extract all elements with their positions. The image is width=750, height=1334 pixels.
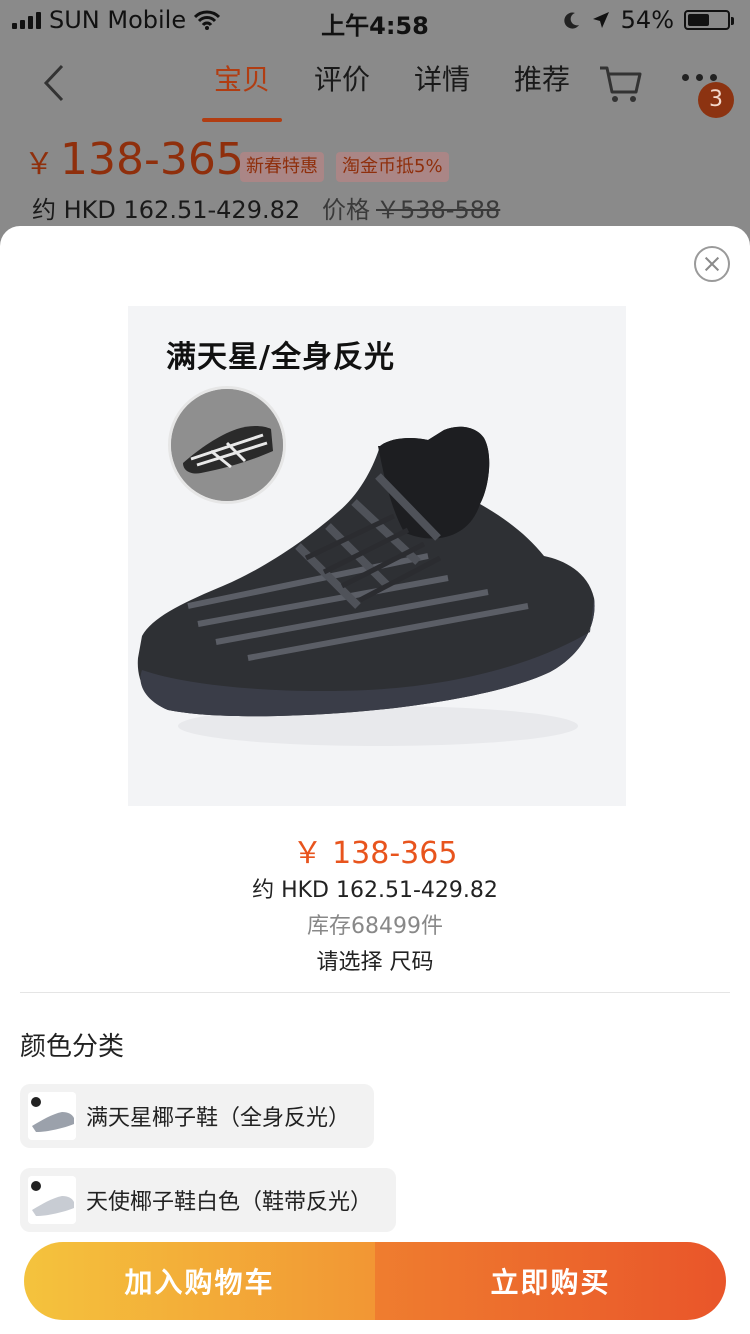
hkd-price: 约 HKD 162.51-429.82 bbox=[32, 196, 301, 224]
back-icon[interactable] bbox=[38, 62, 72, 104]
action-bar: 加入购物车 立即购买 bbox=[24, 1242, 726, 1320]
tab-details[interactable]: 详情 bbox=[410, 58, 474, 116]
tab-item[interactable]: 宝贝 bbox=[201, 58, 283, 122]
buy-now-button[interactable]: 立即购买 bbox=[375, 1242, 726, 1320]
color-option[interactable]: 满天星椰子鞋（全身反光） bbox=[20, 1084, 375, 1148]
coin-tag: 淘金币抵5% bbox=[336, 152, 449, 182]
divider bbox=[20, 992, 730, 993]
select-size-hint: 请选择 尺码 bbox=[316, 950, 434, 975]
status-bar: SUN Mobile 上午4:58 54% bbox=[0, 0, 750, 40]
background-price-area: ￥ 138-365 新春特惠 淘金币抵5% 约 HKD 162.51-429.82… bbox=[0, 130, 750, 230]
tab-reviews[interactable]: 评价 bbox=[310, 58, 374, 116]
stock-count: 库存68499件 bbox=[307, 914, 443, 939]
tab-recommend[interactable]: 推荐 bbox=[510, 58, 574, 116]
color-option[interactable]: 天使椰子鞋白色（鞋带反光） bbox=[20, 1168, 397, 1232]
selected-price: ￥ 138-365 bbox=[292, 836, 458, 871]
product-image[interactable]: 满天星/全身反光 bbox=[128, 306, 626, 806]
option-thumbnail bbox=[28, 1176, 76, 1224]
cart-icon[interactable] bbox=[598, 64, 642, 104]
product-nav-bar: 宝贝 评价 详情 推荐 3 bbox=[0, 40, 750, 130]
option-thumbnail bbox=[28, 1092, 76, 1140]
add-to-cart-button[interactable]: 加入购物车 bbox=[24, 1242, 375, 1320]
price-range: 138-365 bbox=[60, 134, 244, 185]
close-button[interactable] bbox=[694, 246, 730, 282]
sku-selector-sheet: 满天星/全身反光 ￥ 138-365 约 HKD 162.51-429.82 库… bbox=[0, 226, 750, 1334]
promo-tag: 新春特惠 bbox=[240, 152, 324, 182]
option-label: 满天星椰子鞋（全身反光） bbox=[86, 1106, 351, 1131]
notification-badge: 3 bbox=[698, 82, 734, 118]
background-price: ￥ 138-365 bbox=[24, 134, 244, 185]
original-price-label: 价格 bbox=[322, 196, 370, 224]
battery-icon bbox=[684, 10, 734, 30]
moon-icon bbox=[564, 12, 579, 29]
tab-bar: 宝贝 评价 详情 推荐 bbox=[201, 58, 574, 122]
option-label: 天使椰子鞋白色（鞋带反光） bbox=[86, 1190, 373, 1215]
original-price-value: ￥538-588 bbox=[376, 196, 501, 224]
currency-symbol: ￥ bbox=[24, 147, 54, 182]
selected-hkd-price: 约 HKD 162.51-429.82 bbox=[252, 878, 498, 903]
battery-percent: 54% bbox=[620, 6, 674, 34]
original-price: 价格 ￥538-588 bbox=[322, 190, 500, 225]
color-section-title: 颜色分类 bbox=[20, 1032, 125, 1062]
location-icon bbox=[592, 12, 609, 28]
sneaker-illustration bbox=[137, 426, 595, 746]
